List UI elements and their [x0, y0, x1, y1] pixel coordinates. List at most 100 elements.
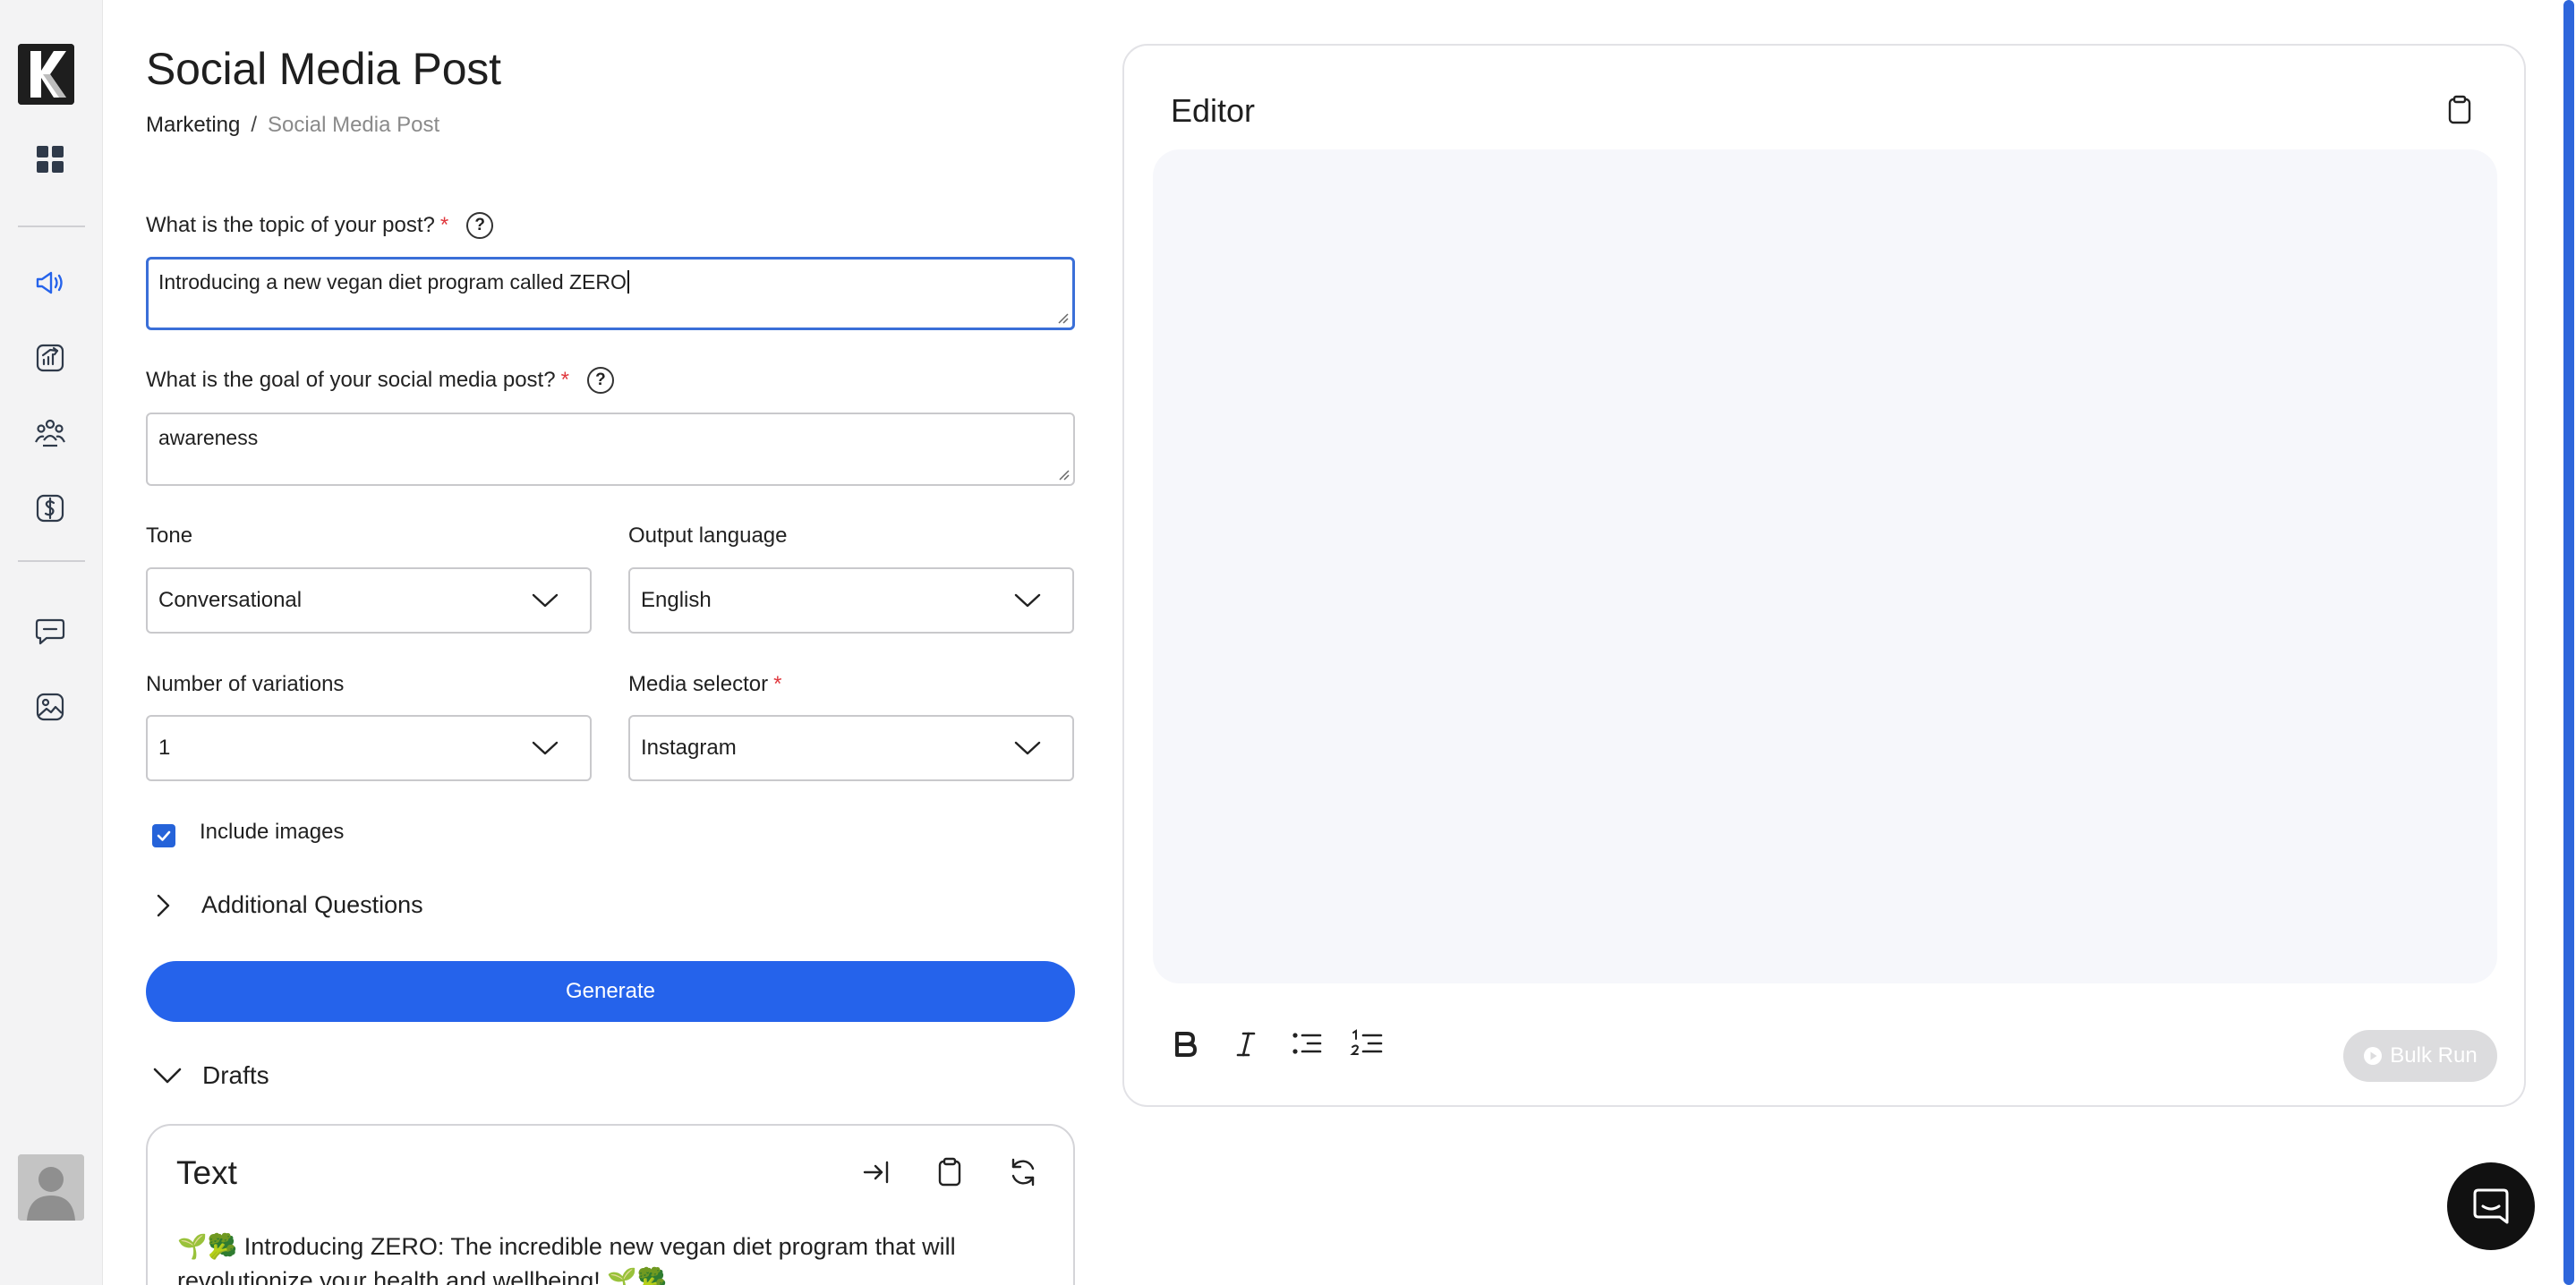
editor-text-area[interactable] — [1153, 149, 2497, 983]
help-icon[interactable]: ? — [466, 212, 494, 239]
media-label-text: Media selector — [628, 672, 769, 696]
draft-title: Text — [176, 1154, 237, 1191]
sidebar-divider — [18, 226, 85, 227]
additional-questions-label: Additional Questions — [201, 891, 423, 918]
tone-select[interactable]: Conversational — [146, 567, 592, 634]
language-select[interactable]: English — [628, 567, 1074, 634]
additional-questions-toggle[interactable]: Additional Questions — [146, 891, 423, 919]
topic-label: What is the topic of your post? * ? — [146, 212, 494, 239]
sidebar-item-marketing[interactable] — [32, 265, 68, 301]
breadcrumb-separator: / — [251, 113, 258, 137]
bulk-run-button[interactable]: Bulk Run — [2343, 1030, 2497, 1082]
user-icon — [18, 1154, 84, 1221]
goal-label: What is the goal of your social media po… — [146, 367, 614, 394]
logo-k-icon — [18, 44, 74, 105]
topic-input-value: Introducing a new vegan diet program cal… — [158, 270, 627, 294]
help-icon[interactable]: ? — [586, 367, 614, 394]
chart-icon — [36, 344, 64, 372]
sidebar-item-team[interactable] — [32, 415, 68, 451]
copy-draft-button[interactable] — [934, 1156, 966, 1188]
chevron-down-icon — [532, 741, 559, 755]
goal-label-text: What is the goal of your social media po… — [146, 368, 556, 392]
dollar-icon — [36, 494, 64, 523]
chat-bubble-icon — [2473, 1188, 2509, 1224]
editor-title: Editor — [1171, 92, 1256, 129]
tone-select-value: Conversational — [158, 588, 303, 612]
chat-launcher-button[interactable] — [2447, 1162, 2535, 1250]
chevron-down-icon — [1014, 593, 1041, 608]
include-images-checkbox[interactable] — [152, 824, 175, 847]
italic-button[interactable] — [1228, 1026, 1264, 1062]
generate-button[interactable]: Generate — [146, 961, 1075, 1022]
language-select-value: English — [641, 588, 712, 612]
include-images-label: Include images — [200, 820, 345, 844]
megaphone-icon — [36, 271, 63, 294]
variations-select[interactable]: 1 — [146, 715, 592, 781]
play-icon — [2364, 1047, 2383, 1065]
chat-icon — [35, 618, 65, 645]
resize-grip-icon[interactable] — [1056, 311, 1069, 324]
editor-toolbar — [1167, 1026, 1386, 1062]
sidebar — [0, 0, 103, 1285]
app-logo[interactable] — [18, 44, 74, 105]
tone-label: Tone — [146, 523, 193, 548]
bullet-list-icon — [1292, 1033, 1322, 1054]
sidebar-item-analytics[interactable] — [32, 340, 68, 376]
page-title: Social Media Post — [146, 44, 501, 94]
refresh-icon — [1011, 1158, 1035, 1187]
bulk-run-label: Bulk Run — [2390, 1043, 2478, 1068]
draft-text: 🌱🥦 Introducing ZERO: The incredible new … — [177, 1233, 956, 1285]
copy-editor-button[interactable] — [2444, 94, 2476, 126]
chevron-right-icon — [157, 894, 170, 916]
user-avatar[interactable] — [18, 1154, 84, 1221]
editor-panel: Editor Bulk Run — [1122, 44, 2526, 1107]
breadcrumb-marketing[interactable]: Marketing — [146, 113, 240, 138]
numbered-list-button[interactable] — [1350, 1026, 1386, 1062]
sidebar-item-chat[interactable] — [32, 614, 68, 650]
page-scrollbar[interactable] — [2562, 0, 2576, 1285]
media-label: Media selector * — [628, 672, 781, 697]
regenerate-draft-button[interactable] — [1007, 1156, 1039, 1188]
resize-grip-icon[interactable] — [1057, 468, 1070, 481]
media-select[interactable]: Instagram — [628, 715, 1074, 781]
scrollbar-thumb[interactable] — [2563, 0, 2574, 1285]
numbered-list-icon — [1350, 1029, 1383, 1055]
media-select-value: Instagram — [641, 736, 737, 760]
bold-button[interactable] — [1167, 1026, 1203, 1062]
breadcrumb-current: Social Media Post — [268, 113, 440, 137]
chevron-down-icon — [153, 1068, 182, 1084]
variations-select-value: 1 — [158, 736, 171, 760]
required-marker: * — [439, 213, 449, 237]
draft-actions — [860, 1156, 1039, 1188]
sidebar-item-finance[interactable] — [32, 490, 68, 526]
italic-icon — [1236, 1032, 1256, 1057]
image-icon — [36, 693, 64, 721]
clipboard-icon — [938, 1157, 961, 1187]
check-icon — [157, 830, 171, 841]
sidebar-divider — [18, 560, 85, 562]
topic-input[interactable]: Introducing a new vegan diet program cal… — [146, 257, 1075, 330]
goal-input[interactable]: awareness — [146, 413, 1075, 486]
insert-to-editor-button[interactable] — [860, 1156, 892, 1188]
clipboard-icon — [2448, 95, 2471, 124]
people-icon — [35, 419, 65, 447]
draft-card: Text 🌱🥦 Introducing ZERO: The incredible… — [146, 1124, 1075, 1285]
sidebar-item-images[interactable] — [32, 689, 68, 725]
topic-label-text: What is the topic of your post? — [146, 213, 435, 237]
required-marker: * — [560, 368, 569, 392]
drafts-toggle[interactable]: Drafts — [152, 1061, 269, 1090]
drafts-label: Drafts — [202, 1061, 269, 1089]
text-caret — [627, 270, 629, 294]
language-label: Output language — [628, 523, 788, 548]
grid-icon — [37, 146, 64, 173]
arrow-into-icon — [863, 1161, 889, 1184]
variations-label: Number of variations — [146, 672, 345, 696]
sidebar-item-dashboard[interactable] — [32, 141, 68, 177]
chevron-down-icon — [1014, 741, 1041, 755]
chevron-down-icon — [532, 593, 559, 608]
bullet-list-button[interactable] — [1289, 1026, 1325, 1062]
bold-icon — [1175, 1032, 1197, 1057]
required-marker: * — [773, 672, 782, 696]
goal-input-value: awareness — [158, 426, 259, 449]
breadcrumb: Marketing / Social Media Post — [146, 113, 439, 138]
